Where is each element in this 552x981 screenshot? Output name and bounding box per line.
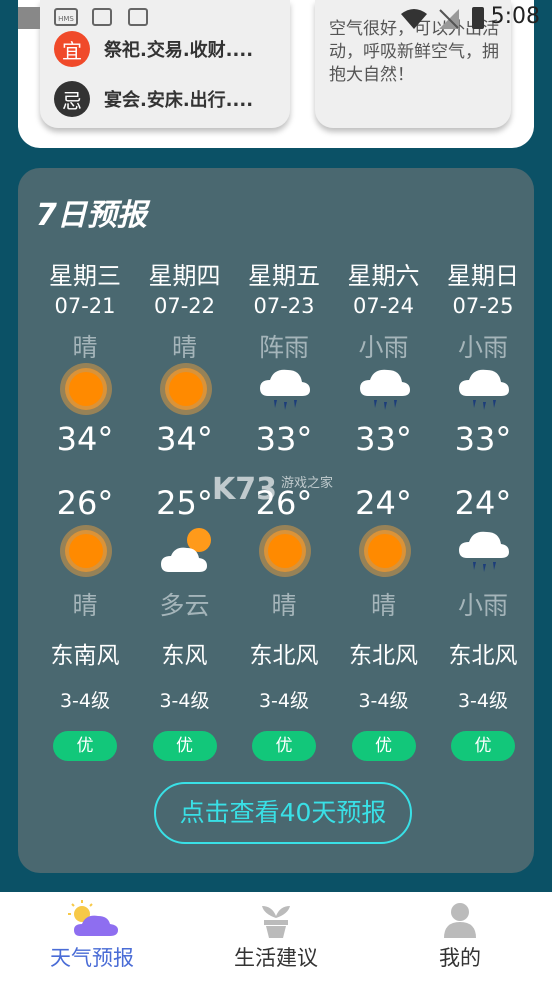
wind-level: 3-4级 [159,690,210,712]
night-condition: 晴 [370,591,396,620]
wind-direction: 东南风 [50,643,120,669]
high-temp: 33° [355,420,412,458]
sun-icon [258,524,312,578]
aqi-badge: 优 [252,731,316,761]
rain-cloud-icon [258,362,312,416]
weekday-label: 星期日 [447,262,519,290]
yi-badge: 宜 [54,31,90,67]
night-condition: 晴 [271,591,297,620]
weather-icon [68,900,118,936]
rain-cloud-icon [358,362,412,416]
wind-direction: 东北风 [448,643,518,669]
plant-icon [262,906,290,938]
ji-text: 宴会.安床.出行.... [104,90,254,111]
weekday-label: 星期四 [148,262,221,290]
watermark-brand: K73 [212,472,277,507]
day-condition: 晴 [72,333,98,362]
nav-label-me: 我的 [439,946,481,970]
text-icon [128,8,148,26]
forecast-day[interactable]: 星期六 07-24 小雨 33° 24° 晴东北风 3-4级优 [334,256,434,776]
bottom-nav: 天气预报 生活建议 我的 [0,892,552,981]
high-temp: 33° [255,420,313,458]
low-temp: 26° [56,484,114,522]
aqi-badge: 优 [451,731,515,761]
rain-cloud-icon [457,362,511,416]
wind-level: 3-4级 [258,690,310,712]
day-condition: 阵雨 [258,333,309,362]
wind-direction: 东风 [161,643,208,669]
wifi-icon [401,9,427,29]
sun-icon [358,524,412,578]
notification-icon [18,7,40,29]
date-label: 07-22 [153,294,216,318]
night-condition: 小雨 [457,591,508,620]
sun-icon [59,362,113,416]
nav-item-me[interactable]: 我的 [368,892,552,981]
day-condition: 晴 [171,333,197,362]
wind-direction: 东北风 [349,643,418,669]
forecast-day[interactable]: 星期三 07-21 晴 34° 26° 晴东南风 3-4级优 [35,256,135,776]
low-temp: 24° [454,484,512,522]
date-label: 07-25 [452,294,514,318]
rain-cloud-icon [457,524,511,578]
sun-icon [159,362,213,416]
wind-level: 3-4级 [457,690,509,712]
nav-item-life[interactable]: 生活建议 [184,892,368,981]
yi-text: 祭祀.交易.收财.... [104,40,254,61]
high-temp: 34° [156,420,213,458]
watermark: K73 游戏之家 [212,472,333,507]
low-temp: 24° [355,484,412,522]
nav-label-life: 生活建议 [234,946,318,970]
watermark-sub: 游戏之家 [281,476,334,491]
battery-icon [472,7,484,29]
high-temp: 33° [454,420,512,458]
date-label: 07-24 [352,294,415,318]
wind-direction: 东北风 [249,643,319,669]
view-40-day-forecast-button[interactable]: 点击查看40天预报 [154,782,412,844]
wind-level: 3-4级 [59,690,111,712]
weekday-label: 星期五 [248,262,320,290]
ji-badge: 忌 [54,81,90,117]
wind-level: 3-4级 [358,690,409,712]
partly-cloudy-icon [159,524,213,578]
weekday-label: 星期六 [347,262,420,290]
date-label: 07-23 [253,294,315,318]
high-temp: 34° [56,420,114,458]
weekday-label: 星期三 [49,262,121,290]
hms-icon: HMS [54,8,78,26]
night-condition: 多云 [159,591,210,620]
sun-icon [59,524,113,578]
day-condition: 小雨 [358,333,409,362]
aqi-badge: 优 [152,731,217,761]
forecast-day[interactable]: 星期四 07-22 晴 34° 25° 多云 东风 3-4级优 [135,256,235,776]
night-condition: 晴 [72,591,98,620]
forecast-day[interactable]: 星期日 07-25 小雨 33° 24° 小雨东北风 3-4级优 [433,256,533,776]
status-bar: HMS 5:08 [0,0,552,36]
forecast-title: 7日预报 [36,198,147,233]
aqi-badge: 优 [53,731,117,761]
day-condition: 小雨 [457,333,508,362]
signal-off-icon [439,9,459,29]
image-icon [92,8,112,26]
aqi-badge: 优 [351,731,416,761]
date-label: 07-21 [54,294,116,318]
user-icon [444,903,476,938]
clock: 5:08 [490,4,540,29]
almanac-yi-row: 宜 祭祀.交易.收财.... [54,31,253,67]
nav-item-weather[interactable]: 天气预报 [0,892,184,981]
forecast-day[interactable]: 星期五 07-23 阵雨 33° 26° 晴东北风 3-4级优 [234,256,334,776]
nav-label-weather: 天气预报 [50,946,134,970]
forecast-panel: 7日预报 星期三 07-21 晴 34° 26° 晴东南风 3-4级优 星期四 07-22 晴 34… [18,168,534,873]
almanac-ji-row: 忌 宴会.安床.出行.... [54,81,253,117]
